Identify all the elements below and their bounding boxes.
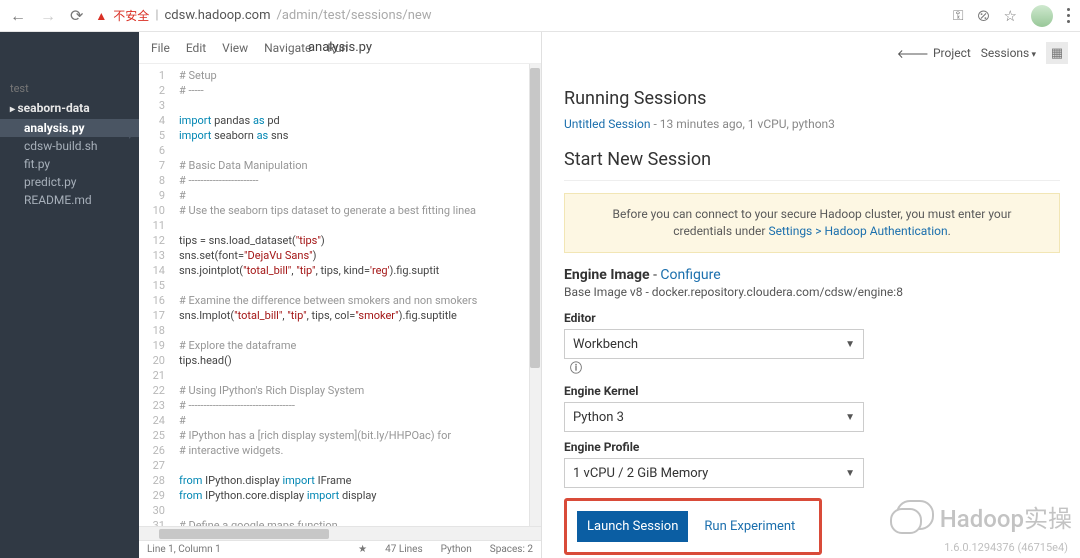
hadoop-auth-link[interactable]: Settings > Hadoop Authentication — [768, 224, 947, 238]
base-image-text: Base Image v8 - docker.repository.cloude… — [564, 285, 1060, 299]
kernel-label: Engine Kernel — [564, 384, 1060, 398]
insecure-icon: ▲ — [95, 9, 107, 23]
file-item-analysis-py[interactable]: analysis.py — [0, 119, 139, 137]
chevron-down-icon: ▼ — [845, 339, 855, 350]
start-new-heading: Start New Session — [564, 149, 1060, 170]
file-item-predict-py[interactable]: predict.py — [10, 173, 139, 191]
editor-label: Editor — [564, 311, 1060, 325]
bookmark-star-icon[interactable]: ☆ — [1004, 7, 1017, 25]
file-item-README-md[interactable]: README.md — [10, 191, 139, 209]
sessions-dropdown[interactable]: Sessions — [981, 46, 1036, 60]
code-editor[interactable]: 1234567891011121314151617181920212223242… — [139, 64, 541, 526]
line-gutter: 1234567891011121314151617181920212223242… — [139, 64, 173, 526]
folder-root[interactable]: seaborn-data — [10, 101, 139, 115]
project-link[interactable]: 🡐 Project — [897, 46, 971, 61]
kernel-select[interactable]: Python 3▼ — [564, 402, 864, 432]
profile-select[interactable]: 1 vCPU / 2 GiB Memory▼ — [564, 458, 864, 488]
version-text: 1.6.0.1294376 (46715e4) — [944, 541, 1068, 554]
chat-icon — [890, 500, 934, 534]
session-panel: 🡐 Project Sessions ▦ Running Sessions Un… — [542, 32, 1080, 558]
url-host: cdsw.hadoop.com — [165, 8, 271, 23]
star-icon[interactable]: ★ — [358, 544, 367, 555]
translate-icon[interactable]: ⦼ — [978, 7, 990, 25]
project-label: test — [10, 82, 139, 95]
cursor-position: Line 1, Column 1 — [147, 544, 221, 555]
menu-navigate[interactable]: Navigate — [264, 41, 311, 55]
apps-grid-icon[interactable]: ▦ — [1046, 42, 1068, 64]
launch-session-button[interactable]: Launch Session — [577, 511, 688, 542]
chevron-down-icon: ▼ — [845, 412, 855, 423]
browser-toolbar: ← → ⟳ ▲ 不安全 | cdsw.hadoop.com/admin/test… — [0, 0, 1080, 32]
file-item-fit-py[interactable]: fit.py — [10, 155, 139, 173]
configure-link[interactable]: Configure — [660, 267, 720, 283]
reload-icon[interactable]: ⟳ — [70, 6, 83, 26]
file-item-cdsw-build-sh[interactable]: cdsw-build.sh — [10, 137, 139, 155]
line-count: 47 Lines — [385, 544, 423, 555]
password-key-icon[interactable]: ⚿ — [953, 8, 964, 24]
info-icon[interactable]: ⓘ — [570, 359, 582, 376]
running-sessions-heading: Running Sessions — [564, 88, 1060, 109]
vertical-scrollbar[interactable] — [529, 64, 541, 526]
run-experiment-link[interactable]: Run Experiment — [704, 519, 795, 534]
forward-icon[interactable]: → — [40, 6, 56, 26]
profile-avatar[interactable] — [1031, 5, 1053, 27]
indent-mode: Spaces: 2 — [490, 544, 533, 555]
editor-column: FileEditViewNavigateRun analysis.py 1234… — [139, 32, 542, 558]
editor-select[interactable]: Workbench▼ — [564, 329, 864, 359]
file-sidebar: test seaborn-data analysis.pycdsw-build.… — [0, 32, 139, 558]
editor-statusbar: Line 1, Column 1 ★ 47 Lines Python Space… — [139, 540, 541, 558]
running-session-link[interactable]: Untitled Session — [564, 117, 650, 131]
url-path: /admin/test/sessions/new — [277, 8, 432, 23]
kebab-menu-icon[interactable] — [1067, 8, 1070, 23]
language-mode: Python — [441, 544, 472, 555]
menu-run[interactable]: Run — [327, 41, 348, 55]
engine-image-label: Engine Image — [564, 267, 650, 283]
auth-alert: Before you can connect to your secure Ha… — [564, 193, 1060, 253]
editor-menubar: FileEditViewNavigateRun analysis.py — [139, 32, 541, 64]
horizontal-scrollbar[interactable] — [139, 526, 541, 540]
back-icon[interactable]: ← — [10, 6, 26, 26]
watermark: Hadoop实操 — [890, 499, 1072, 534]
insecure-label: 不安全 — [113, 7, 149, 24]
chevron-down-icon: ▼ — [845, 468, 855, 479]
menu-view[interactable]: View — [222, 41, 248, 55]
code-content[interactable]: # Setup # ----- import pandas as pd impo… — [173, 64, 541, 526]
menu-file[interactable]: File — [151, 41, 170, 55]
menu-edit[interactable]: Edit — [186, 41, 206, 55]
profile-label: Engine Profile — [564, 440, 1060, 454]
address-bar[interactable]: ▲ 不安全 | cdsw.hadoop.com/admin/test/sessi… — [95, 7, 431, 24]
running-session-meta: - 13 minutes ago, 1 vCPU, python3 — [650, 117, 834, 131]
action-button-row: Launch Session Run Experiment — [564, 498, 822, 555]
